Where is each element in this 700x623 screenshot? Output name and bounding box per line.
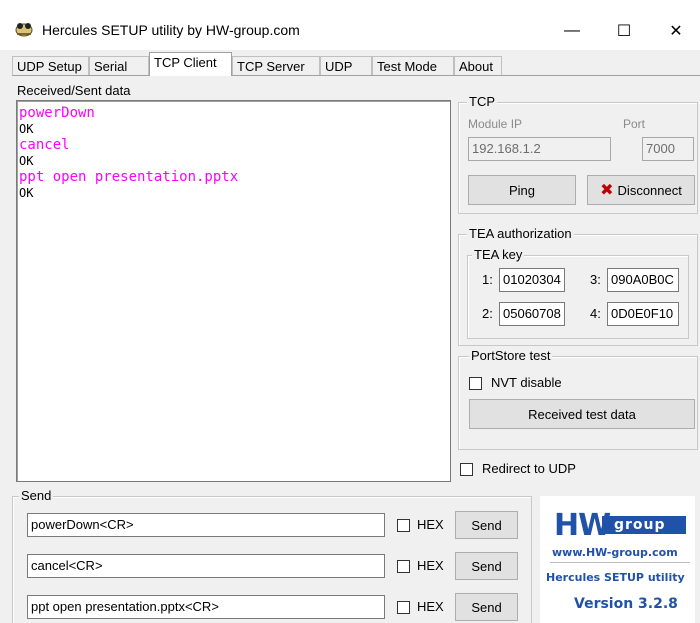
send-group-title: Send (19, 488, 54, 503)
tab-test-mode[interactable]: Test Mode (372, 56, 454, 76)
portstore-test-group: PortStore test NVT disable Received test… (458, 348, 698, 450)
port-field[interactable]: 7000 (642, 137, 694, 161)
log-line: OK (19, 186, 34, 200)
tab-tcp-client[interactable]: TCP Client (149, 52, 232, 76)
tab-udp[interactable]: UDP (320, 56, 372, 76)
logo-group-text: group (602, 516, 686, 534)
hercules-app-icon (14, 19, 34, 39)
hw-group-logo: HW group www.HW-group.com Hercules SETUP… (540, 496, 695, 623)
send-input-1[interactable]: powerDown<CR> (27, 513, 385, 537)
hex-label: HEX (417, 558, 444, 573)
disconnect-button[interactable]: ✖ Disconnect (587, 175, 695, 205)
send-button-1[interactable]: Send (455, 511, 518, 539)
received-sent-log[interactable]: powerDown OK cancel OK ppt open presenta… (16, 100, 451, 482)
tea-key-4-field[interactable]: 0D0E0F10 (607, 302, 679, 326)
received-test-data-button[interactable]: Received test data (469, 399, 695, 429)
hex-checkbox-1[interactable] (397, 519, 410, 532)
tea-key-1-field[interactable]: 01020304 (499, 268, 565, 292)
tab-about[interactable]: About (454, 56, 502, 76)
hex-label: HEX (417, 517, 444, 532)
tea-key-index: 3: (590, 272, 601, 287)
tea-authorization-group: TEA authorization TEA key 1: 01020304 3:… (458, 226, 698, 346)
tea-key-group: TEA key 1: 01020304 3: 090A0B0C 2: 05060… (467, 247, 689, 339)
tab-divider (12, 75, 700, 76)
tea-key-index: 4: (590, 306, 601, 321)
close-x-icon: ✖ (600, 182, 614, 199)
hex-checkbox-3[interactable] (397, 601, 410, 614)
ping-button[interactable]: Ping (468, 175, 576, 205)
redirect-to-udp-checkbox[interactable] (460, 463, 473, 476)
send-input-3[interactable]: ppt open presentation.pptx<CR> (27, 595, 385, 619)
logo-tagline: Hercules SETUP utility (546, 571, 685, 584)
module-ip-label: Module IP (468, 117, 523, 131)
received-sent-label: Received/Sent data (17, 83, 131, 98)
send-group: Send powerDown<CR> HEX Send cancel<CR> H… (12, 488, 532, 623)
tea-key-2-field[interactable]: 05060708 (499, 302, 565, 326)
log-line: ppt open presentation.pptx (19, 169, 239, 185)
logo-divider (550, 562, 690, 563)
hex-checkbox-2[interactable] (397, 560, 410, 573)
tab-udp-setup[interactable]: UDP Setup (12, 56, 89, 76)
module-ip-field[interactable]: 192.168.1.2 (468, 137, 611, 161)
tab-strip: UDP Setup Serial TCP Client TCP Server U… (12, 52, 700, 76)
hex-label: HEX (417, 599, 444, 614)
tab-tcp-server[interactable]: TCP Server (232, 56, 320, 76)
send-input-2[interactable]: cancel<CR> (27, 554, 385, 578)
log-line: OK (19, 122, 34, 136)
redirect-to-udp-label: Redirect to UDP (482, 461, 576, 476)
maximize-button[interactable]: ☐ (600, 12, 648, 50)
tea-key-3-field[interactable]: 090A0B0C (607, 268, 679, 292)
nvt-disable-label: NVT disable (491, 375, 562, 390)
send-button-2[interactable]: Send (455, 552, 518, 580)
tab-serial[interactable]: Serial (89, 56, 149, 76)
tea-key-index: 1: (482, 272, 493, 287)
logo-url: www.HW-group.com (552, 546, 678, 559)
log-line: OK (19, 154, 34, 168)
version-label: Version 3.2.8 (574, 596, 678, 612)
tea-group-title: TEA authorization (467, 226, 574, 241)
tea-key-title: TEA key (472, 247, 525, 262)
tea-key-index: 2: (482, 306, 493, 321)
send-button-3[interactable]: Send (455, 593, 518, 621)
log-line: powerDown (19, 105, 95, 121)
nvt-disable-checkbox[interactable] (469, 377, 482, 390)
close-button[interactable]: ✕ (652, 12, 700, 50)
tcp-group-title: TCP (467, 94, 497, 109)
tcp-group: TCP Module IP Port 192.168.1.2 7000 Ping… (458, 94, 698, 214)
log-line: cancel (19, 137, 70, 153)
minimize-button[interactable]: — (548, 12, 596, 50)
disconnect-label: Disconnect (617, 182, 682, 198)
port-label: Port (623, 117, 646, 131)
window-title: Hercules SETUP utility by HW-group.com (42, 22, 300, 38)
portstore-group-title: PortStore test (469, 348, 553, 363)
